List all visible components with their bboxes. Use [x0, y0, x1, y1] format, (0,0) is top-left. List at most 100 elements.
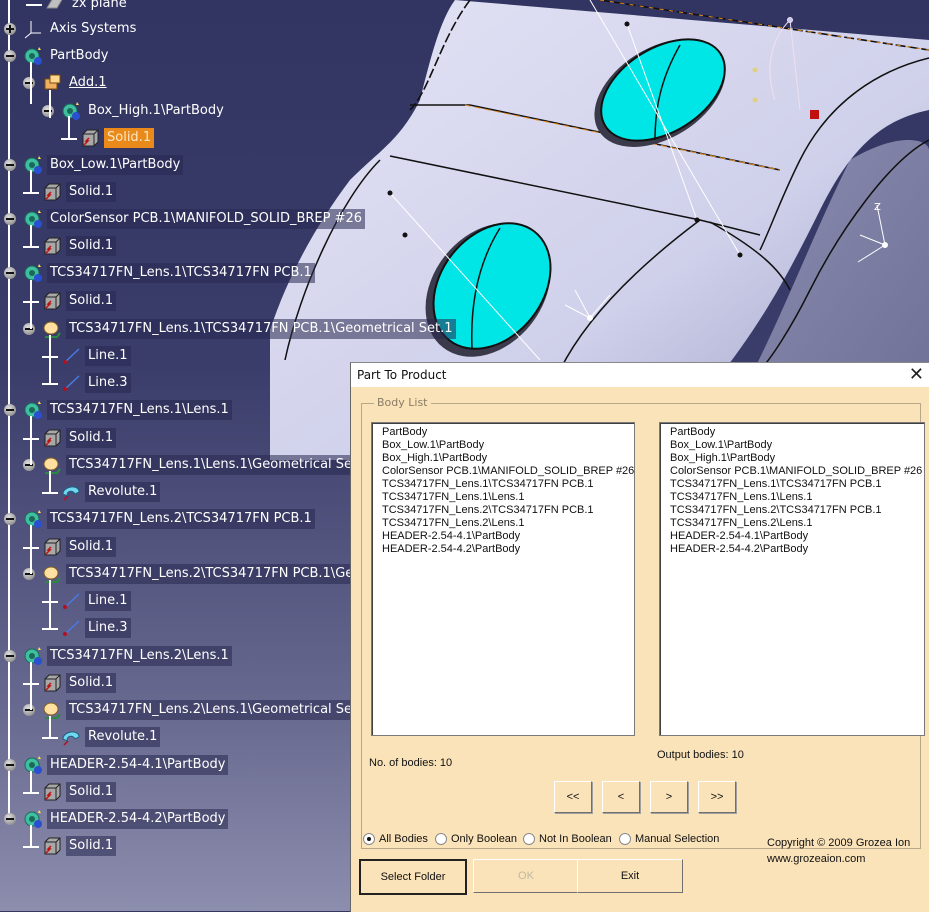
tree-node[interactable]: TCS34717FN_Lens.1\TCS34717FN PCB.1\Geome… — [42, 318, 456, 340]
tree-node-label[interactable]: TCS34717FN_Lens.1\Lens.1 — [47, 400, 232, 420]
list-item[interactable]: HEADER-2.54-4.2\PartBody — [372, 543, 634, 556]
tree-node-label[interactable]: HEADER-2.54-4.2\PartBody — [47, 809, 229, 829]
close-icon[interactable]: ✕ — [909, 366, 924, 384]
tree-node-label[interactable]: Revolute.1 — [85, 727, 161, 747]
tree-node-label[interactable]: Solid.1 — [104, 128, 155, 148]
list-item[interactable]: Box_High.1\PartBody — [660, 452, 924, 465]
tree-node[interactable]: Solid.1 — [80, 127, 155, 149]
tree-node[interactable]: Solid.1 — [42, 181, 117, 203]
tree-node-label[interactable]: ColorSensor PCB.1\MANIFOLD_SOLID_BREP #2… — [47, 209, 366, 229]
tree-node[interactable]: zx plane — [45, 0, 130, 15]
tree-node[interactable]: Box_High.1\PartBody — [61, 100, 227, 122]
tree-node-label[interactable]: Solid.1 — [66, 236, 117, 256]
radio-dot[interactable] — [363, 833, 375, 845]
tree-node-label[interactable]: TCS34717FN_Lens.1\Lens.1\Geometrical Set… — [66, 455, 373, 475]
tree-node-label[interactable]: Line.3 — [85, 618, 131, 638]
tree-node[interactable]: TCS34717FN_Lens.1\TCS34717FN PCB.1 — [23, 262, 315, 284]
tree-node-label[interactable]: Solid.1 — [66, 291, 117, 311]
input-bodies-listbox[interactable]: PartBody Box_Low.1\PartBody Box_High.1\Par… — [371, 422, 635, 736]
tree-node-label[interactable]: Add.1 — [66, 73, 110, 93]
list-item[interactable]: TCS34717FN_Lens.2\TCS34717FN PCB.1 — [372, 504, 634, 517]
tree-node[interactable]: Solid.1 — [42, 835, 117, 857]
collapse-icon[interactable] — [4, 404, 16, 416]
list-item[interactable]: TCS34717FN_Lens.1\Lens.1 — [372, 491, 634, 504]
collapse-icon[interactable] — [23, 77, 35, 89]
tree-node-label[interactable]: Solid.1 — [66, 782, 117, 802]
tree-node[interactable]: Axis Systems — [23, 18, 139, 40]
tree-node-label[interactable]: Line.1 — [85, 346, 131, 366]
tree-node-label[interactable]: zx plane — [69, 0, 130, 14]
list-item[interactable]: TCS34717FN_Lens.1\TCS34717FN PCB.1 — [660, 478, 924, 491]
select-folder-button[interactable]: Select Folder — [359, 859, 467, 895]
collapse-icon[interactable] — [4, 159, 16, 171]
tree-node-label[interactable]: Box_Low.1\PartBody — [47, 155, 184, 175]
radio-dot[interactable] — [619, 833, 631, 845]
list-item[interactable]: ColorSensor PCB.1\MANIFOLD_SOLID_BREP #2… — [660, 465, 924, 478]
list-item[interactable]: Box_High.1\PartBody — [372, 452, 634, 465]
move-all-left-button[interactable]: << — [554, 781, 592, 813]
radio-manual-selection[interactable]: Manual Selection — [619, 833, 719, 845]
list-item[interactable]: HEADER-2.54-4.1\PartBody — [660, 530, 924, 543]
tree-node-label[interactable]: Solid.1 — [66, 537, 117, 557]
radio-not-in-boolean[interactable]: Not In Boolean — [523, 833, 612, 845]
tree-node-label[interactable]: Box_High.1\PartBody — [85, 101, 227, 121]
tree-node-label[interactable]: Axis Systems — [47, 19, 139, 39]
dialog-titlebar[interactable]: Part To Product ✕ — [351, 363, 929, 387]
tree-node[interactable]: Solid.1 — [42, 235, 117, 257]
list-item[interactable]: Box_Low.1\PartBody — [660, 439, 924, 452]
radio-all-bodies[interactable]: All Bodies — [363, 833, 428, 845]
tree-node[interactable]: Solid.1 — [42, 427, 117, 449]
collapse-icon[interactable] — [23, 704, 35, 716]
list-item[interactable]: TCS34717FN_Lens.1\Lens.1 — [660, 491, 924, 504]
list-item[interactable]: PartBody — [660, 426, 924, 439]
tree-node[interactable]: Revolute.1 — [61, 726, 161, 748]
list-item[interactable]: HEADER-2.54-4.2\PartBody — [660, 543, 924, 556]
output-bodies-listbox[interactable]: PartBody Box_Low.1\PartBody Box_High.1\Par… — [659, 422, 925, 736]
radio-only-boolean[interactable]: Only Boolean — [435, 833, 517, 845]
tree-node-label[interactable]: Solid.1 — [66, 673, 117, 693]
tree-node[interactable]: TCS34717FN_Lens.2\Lens.1 — [23, 645, 232, 667]
exit-button[interactable]: Exit — [577, 859, 683, 893]
tree-node-label[interactable]: TCS34717FN_Lens.2\Lens.1\Geometrical Set… — [66, 700, 373, 720]
collapse-icon[interactable] — [23, 323, 35, 335]
collapse-icon[interactable] — [4, 813, 16, 825]
collapse-icon[interactable] — [4, 650, 16, 662]
collapse-icon[interactable] — [23, 568, 35, 580]
tree-node[interactable]: Solid.1 — [42, 536, 117, 558]
tree-node[interactable]: Revolute.1 — [61, 481, 161, 503]
tree-node[interactable]: Add.1 — [42, 72, 110, 94]
tree-node-label[interactable]: Solid.1 — [66, 836, 117, 856]
collapse-icon[interactable] — [4, 267, 16, 279]
move-one-right-button[interactable]: > — [650, 781, 688, 813]
tree-node[interactable]: ColorSensor PCB.1\MANIFOLD_SOLID_BREP #2… — [23, 208, 366, 230]
tree-node-label[interactable]: TCS34717FN_Lens.1\TCS34717FN PCB.1\Geome… — [66, 319, 456, 339]
tree-node[interactable]: Line.3 — [61, 617, 131, 639]
specification-tree[interactable]: zx plane Axis Systems PartBody Add.1 Box_Hig… — [0, 0, 456, 911]
tree-node-label[interactable]: Revolute.1 — [85, 482, 161, 502]
list-item[interactable]: TCS34717FN_Lens.2\Lens.1 — [660, 517, 924, 530]
tree-node[interactable]: TCS34717FN_Lens.2\TCS34717FN PCB.1 — [23, 508, 315, 530]
collapse-icon[interactable] — [4, 759, 16, 771]
tree-node-label[interactable]: HEADER-2.54-4.1\PartBody — [47, 755, 229, 775]
collapse-icon[interactable] — [23, 459, 35, 471]
tree-node-label[interactable]: Solid.1 — [66, 428, 117, 448]
move-one-left-button[interactable]: < — [602, 781, 640, 813]
tree-node-label[interactable]: TCS34717FN_Lens.2\TCS34717FN PCB.1 — [47, 509, 315, 529]
tree-node[interactable]: Solid.1 — [42, 672, 117, 694]
list-item[interactable]: ColorSensor PCB.1\MANIFOLD_SOLID_BREP #2… — [372, 465, 634, 478]
tree-node[interactable]: Solid.1 — [42, 781, 117, 803]
tree-node-label[interactable]: Line.1 — [85, 591, 131, 611]
ok-button[interactable]: OK — [473, 859, 579, 893]
collapse-icon[interactable] — [42, 105, 54, 117]
tree-node[interactable]: TCS34717FN_Lens.1\Lens.1\Geometrical Set… — [42, 454, 373, 476]
tree-node-label[interactable]: PartBody — [47, 46, 111, 66]
collapse-icon[interactable] — [4, 513, 16, 525]
tree-node[interactable]: HEADER-2.54-4.2\PartBody — [23, 808, 229, 830]
collapse-icon[interactable] — [4, 213, 16, 225]
tree-node[interactable]: TCS34717FN_Lens.2\Lens.1\Geometrical Set… — [42, 699, 373, 721]
selection-handle[interactable] — [810, 110, 819, 119]
tree-node[interactable]: Solid.1 — [42, 290, 117, 312]
list-item[interactable]: TCS34717FN_Lens.2\Lens.1 — [372, 517, 634, 530]
tree-node[interactable]: PartBody — [23, 45, 111, 67]
list-item[interactable]: TCS34717FN_Lens.1\TCS34717FN PCB.1 — [372, 478, 634, 491]
